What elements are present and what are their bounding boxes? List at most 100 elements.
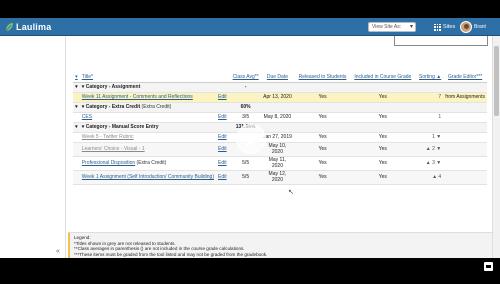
course-grade-cell: Yes: [350, 132, 415, 143]
gradebook-main: ▾ Title* Class Avg** Due Date Released t…: [70, 36, 490, 258]
table-row: Week 5 - Twitter Rubric Edit Jan 27, 201…: [73, 132, 487, 143]
due-date-cell: May 8, 2020: [260, 112, 295, 123]
due-date-cell: May 11, 2020: [260, 156, 295, 171]
edit-link[interactable]: Edit: [218, 146, 227, 152]
sort-control[interactable]: ▲ 2 ▼: [414, 142, 444, 157]
collapse-sidebar-icon[interactable]: «: [56, 248, 60, 255]
select-cell[interactable]: ▾: [73, 122, 80, 133]
top-right-box: [394, 36, 488, 46]
category-title: Category - Manual Score Entry: [79, 122, 216, 133]
select-cell[interactable]: ▾: [73, 102, 80, 113]
released-cell: Yes: [294, 112, 351, 123]
view-site-as-label: View Site As:: [372, 24, 402, 30]
gradebook-items-table: ▾ Title* Class Avg** Due Date Released t…: [73, 73, 487, 185]
video-play-button[interactable]: [236, 124, 266, 154]
grade-editor-cell: [443, 156, 487, 171]
table-row: Professional Disposition (Extra Credit) …: [73, 156, 487, 171]
released-column-header[interactable]: Released to Students: [294, 73, 351, 83]
grade-editor-column-header[interactable]: Grade Editor***: [443, 73, 487, 83]
legend-accent-stripe: [68, 233, 70, 258]
category-avg: 60%: [230, 102, 261, 113]
released-cell: Yes: [294, 156, 351, 171]
class-avg-cell: 5/5: [230, 156, 261, 171]
category-subtitle: (Extra Credit): [140, 104, 172, 110]
item-title-link[interactable]: Week 5 - Twitter Rubric: [82, 134, 134, 140]
sort-control[interactable]: 1 ▼: [414, 132, 444, 143]
avatar: [460, 21, 472, 33]
table-row: CES Edit 3/5 May 8, 2020 Yes Yes 1: [73, 112, 487, 123]
top-navigation: Laulima View Site As: ▾ Sites Brant: [0, 18, 500, 36]
course-grade-cell: Yes: [350, 92, 415, 103]
item-title-link[interactable]: Week 11 Assignment - Comments and Reflec…: [82, 94, 193, 100]
item-title-link[interactable]: Week 1 Assignment (Self Introduction/ Co…: [82, 174, 214, 180]
sorting-column-header[interactable]: Sorting ▲: [414, 73, 444, 83]
laulima-logo[interactable]: Laulima: [4, 21, 51, 33]
course-grade-cell: Yes: [350, 142, 415, 157]
legend-panel: Legend: *Titles shown in grey are not re…: [68, 232, 492, 258]
category-row: ▾ Category - Assignment -: [73, 82, 487, 93]
grid-icon: [434, 23, 441, 31]
sort-control[interactable]: ▲ 3 ▼: [414, 156, 444, 171]
category-avg: -: [230, 82, 261, 93]
left-sidebar: [0, 36, 66, 258]
leaf-icon: [5, 23, 13, 32]
play-icon: [247, 133, 259, 147]
user-menu[interactable]: Brant: [460, 20, 486, 34]
item-title-link[interactable]: Learners' Choice - Visual - 1: [82, 146, 145, 152]
category-row: ▾ Category - Manual Score Entry 131.66%: [73, 122, 487, 133]
class-avg-cell: 3/5: [230, 112, 261, 123]
grade-editor-cell: [443, 170, 487, 185]
select-column-header: ▾: [73, 73, 80, 83]
table-row: Learners' Choice - Visual - 1 Edit May 1…: [73, 142, 487, 157]
vertical-scrollbar[interactable]: [492, 36, 500, 258]
edit-column-header: [216, 73, 231, 83]
edit-link[interactable]: Edit: [218, 174, 227, 180]
grade-editor-cell: from Assignments: [443, 92, 487, 103]
edit-link[interactable]: Edit: [218, 160, 227, 166]
edit-link[interactable]: Edit: [218, 114, 227, 120]
due-date-column-header[interactable]: Due Date: [260, 73, 295, 83]
due-date-cell: May 10, 2020: [260, 142, 295, 157]
app-name: Laulima: [16, 22, 52, 32]
course-grade-cell: Yes: [350, 170, 415, 185]
released-cell: Yes: [294, 132, 351, 143]
table-row: Week 11 Assignment - Comments and Reflec…: [73, 92, 487, 103]
edit-link[interactable]: Edit: [218, 134, 227, 140]
legend-line: ***These items must be graded from the t…: [74, 251, 268, 257]
grade-editor-cell: [443, 132, 487, 143]
due-date-cell: Apr 13, 2020: [260, 92, 295, 103]
view-site-as-select[interactable]: View Site As: ▾: [368, 22, 416, 32]
due-date-cell: May 12, 2020: [260, 170, 295, 185]
scrollbar-thumb[interactable]: [494, 46, 499, 116]
released-cell: Yes: [294, 142, 351, 157]
class-avg-cell: 5/5: [230, 170, 261, 185]
class-avg-cell: [230, 92, 261, 103]
released-cell: Yes: [294, 170, 351, 185]
chevron-down-icon: ▾: [409, 24, 413, 30]
edit-link[interactable]: Edit: [218, 94, 227, 100]
sort-control[interactable]: ▲ 4: [414, 170, 444, 185]
user-name: Brant: [474, 24, 486, 30]
select-cell[interactable]: ▾: [73, 82, 80, 93]
item-title-link[interactable]: Professional Disposition: [82, 160, 135, 166]
course-grade-cell: Yes: [350, 156, 415, 171]
mouse-cursor-icon: ↖: [288, 189, 294, 196]
course-grade-cell: Yes: [350, 112, 415, 123]
category-title: Category - Extra Credit: [85, 104, 141, 110]
grade-editor-cell: [443, 112, 487, 123]
table-row: Week 1 Assignment (Self Introduction/ Co…: [73, 170, 487, 185]
sites-label: Sites: [443, 24, 456, 30]
title-column-header[interactable]: Title*: [79, 73, 216, 83]
course-grade-column-header[interactable]: Included in Course Grade: [350, 73, 415, 83]
item-title-link[interactable]: CES: [82, 114, 92, 120]
category-title: Category - Assignment: [79, 82, 216, 93]
sort-control[interactable]: 7: [414, 92, 444, 103]
grade-editor-cell: [443, 142, 487, 157]
table-header-row: ▾ Title* Class Avg** Due Date Released t…: [73, 73, 487, 83]
sites-button[interactable]: Sites: [434, 22, 455, 32]
released-cell: Yes: [294, 92, 351, 103]
class-avg-column-header[interactable]: Class Avg**: [230, 73, 261, 83]
caption-toggle-icon[interactable]: [484, 262, 493, 271]
category-row: ▾ Category - Extra Credit (Extra Credit)…: [73, 102, 487, 113]
sort-control[interactable]: 1: [414, 112, 444, 123]
